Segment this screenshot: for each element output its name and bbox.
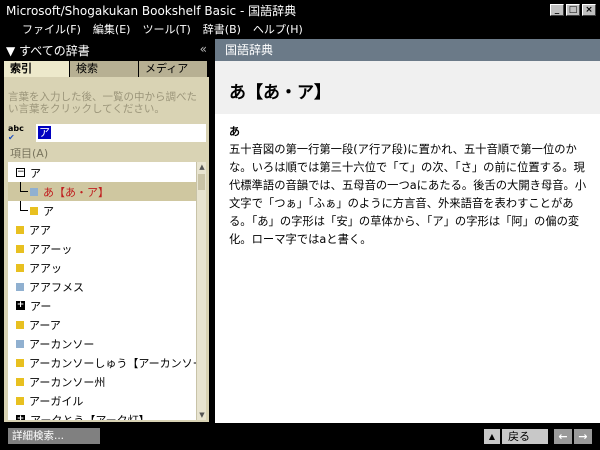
- dictionary-header: 国語辞典: [215, 39, 600, 61]
- collapse-icon[interactable]: −: [16, 168, 25, 177]
- search-input[interactable]: ア: [36, 124, 206, 142]
- next-arrow-icon[interactable]: →: [574, 429, 592, 444]
- blue-square-icon: [16, 282, 24, 291]
- tab-index[interactable]: 索引: [4, 61, 70, 77]
- yellow-square-icon: [16, 244, 24, 253]
- list-item-label: ア: [30, 166, 41, 180]
- menu-bar: ファイル(F) 編集(E) ツール(T) 辞書(B) ヘルプ(H): [0, 20, 600, 38]
- yellow-square-icon: [16, 320, 24, 329]
- yellow-square-icon: [16, 263, 24, 272]
- list-item-label: アーカンソー: [29, 337, 95, 351]
- list-item[interactable]: アーガイル: [8, 391, 196, 410]
- search-input-value: ア: [38, 126, 51, 139]
- dictionary-selector[interactable]: ▼ すべての辞書 «: [0, 40, 213, 60]
- list-item[interactable]: + アークとう【アーク灯】: [8, 410, 196, 420]
- search-row: abc ✔ ア: [8, 124, 206, 142]
- list-item[interactable]: アア: [8, 220, 196, 239]
- instruction-text: 言葉を入力した後、一覧の中から調べたい言葉をクリックしてください。: [8, 91, 197, 115]
- blue-square-icon: [30, 187, 38, 196]
- list-item-label: アー: [30, 299, 52, 313]
- list-scrollbar[interactable]: ▲ ▼: [196, 162, 206, 420]
- index-panel: 言葉を入力した後、一覧の中から調べたい言葉をクリックしてください。 abc ✔ ア…: [4, 77, 209, 422]
- entry-subhead: あ: [229, 125, 240, 138]
- list-item[interactable]: + アー: [8, 296, 196, 315]
- tab-search[interactable]: 検索: [70, 61, 139, 77]
- scroll-thumb[interactable]: [198, 174, 205, 190]
- tab-media[interactable]: メディア: [139, 61, 208, 77]
- blue-square-icon: [16, 339, 24, 348]
- menu-help[interactable]: ヘルプ(H): [253, 21, 303, 37]
- menu-dictionary[interactable]: 辞書(B): [203, 21, 241, 37]
- close-button[interactable]: ×: [582, 4, 596, 16]
- list-item[interactable]: アーア: [8, 315, 196, 334]
- back-button[interactable]: 戻る: [502, 429, 548, 444]
- status-bar: 詳細検索... ▲ 戻る ← →: [0, 424, 600, 450]
- up-arrow-icon[interactable]: ▲: [484, 429, 500, 444]
- result-list[interactable]: − アあ【あ・ア】アアア アアーッ アアッ アアフメス + アー アーア アーカンソー アーカンソ…: [8, 162, 206, 420]
- list-item-label: あ【あ・ア】: [43, 185, 109, 199]
- list-item-label: ア: [43, 204, 54, 218]
- list-item[interactable]: アーカンソー州: [8, 372, 196, 391]
- expand-icon[interactable]: +: [16, 415, 25, 420]
- window-title: Microsoft/Shogakukan Bookshelf Basic - 国…: [6, 3, 297, 18]
- list-item-label: アアーッ: [29, 242, 73, 256]
- entry-content: あ【あ・ア】 あ 五十音図の第一行第一段(ア行ア段)に置かれ、五十音順で第一位の…: [215, 61, 600, 423]
- list-item-label: アーア: [29, 318, 61, 332]
- detail-search-button[interactable]: 詳細検索...: [8, 428, 100, 444]
- tree-connector: [20, 182, 28, 192]
- list-item-label: アーカンソーしゅう【アーカンソー州: [29, 356, 196, 370]
- list-item-label: アアッ: [29, 261, 62, 275]
- maximize-button[interactable]: □: [566, 4, 580, 16]
- list-item[interactable]: アアッ: [8, 258, 196, 277]
- yellow-square-icon: [16, 396, 24, 405]
- minimize-button[interactable]: _: [550, 4, 564, 16]
- yellow-square-icon: [16, 358, 24, 367]
- previous-arrow-icon[interactable]: ←: [554, 429, 572, 444]
- yellow-square-icon: [30, 206, 38, 215]
- list-item[interactable]: アアーッ: [8, 239, 196, 258]
- list-item-label: アアフメス: [29, 280, 84, 294]
- list-item-label: アークとう【アーク灯】: [30, 413, 150, 421]
- items-label: 項目(A): [10, 147, 49, 160]
- definition-text: 五十音図の第一行第一段(ア行ア段)に置かれ、五十音順で第一位のかな。いろは順では…: [229, 143, 587, 246]
- scroll-up-icon[interactable]: ▲: [197, 162, 206, 172]
- list-item[interactable]: アーカンソーしゅう【アーカンソー州: [8, 353, 196, 372]
- list-item[interactable]: アアフメス: [8, 277, 196, 296]
- menu-file[interactable]: ファイル(F): [22, 21, 81, 37]
- menu-tools[interactable]: ツール(T): [142, 21, 190, 37]
- list-item[interactable]: − ア: [8, 163, 196, 182]
- list-item-label: アーガイル: [29, 394, 84, 408]
- list-item-label: アア: [29, 223, 51, 237]
- spellcheck-icon: abc ✔: [8, 124, 24, 142]
- dictionary-selector-label: ▼ すべての辞書: [6, 43, 90, 58]
- list-item[interactable]: あ【あ・ア】: [8, 182, 196, 201]
- left-panel: ▼ すべての辞書 « 索引 検索 メディア 言葉を入力した後、一覧の中から調べた…: [0, 38, 213, 424]
- headword: あ【あ・ア】: [229, 83, 331, 103]
- headword-bar: あ【あ・ア】: [215, 61, 600, 114]
- yellow-square-icon: [16, 377, 24, 386]
- expand-icon[interactable]: +: [16, 301, 25, 310]
- spellcheck-icon-text: abc: [8, 124, 24, 133]
- tree-connector: [20, 201, 28, 211]
- collapse-panel-icon[interactable]: «: [200, 42, 207, 56]
- menu-edit[interactable]: 編集(E): [93, 21, 131, 37]
- scroll-down-icon[interactable]: ▼: [197, 410, 206, 420]
- tab-strip: 索引 検索 メディア: [4, 61, 209, 77]
- yellow-square-icon: [16, 225, 24, 234]
- title-bar[interactable]: Microsoft/Shogakukan Bookshelf Basic - 国…: [0, 0, 600, 20]
- list-item-label: アーカンソー州: [29, 375, 106, 389]
- app-window: Microsoft/Shogakukan Bookshelf Basic - 国…: [0, 0, 600, 450]
- list-item[interactable]: ア: [8, 201, 196, 220]
- list-item[interactable]: アーカンソー: [8, 334, 196, 353]
